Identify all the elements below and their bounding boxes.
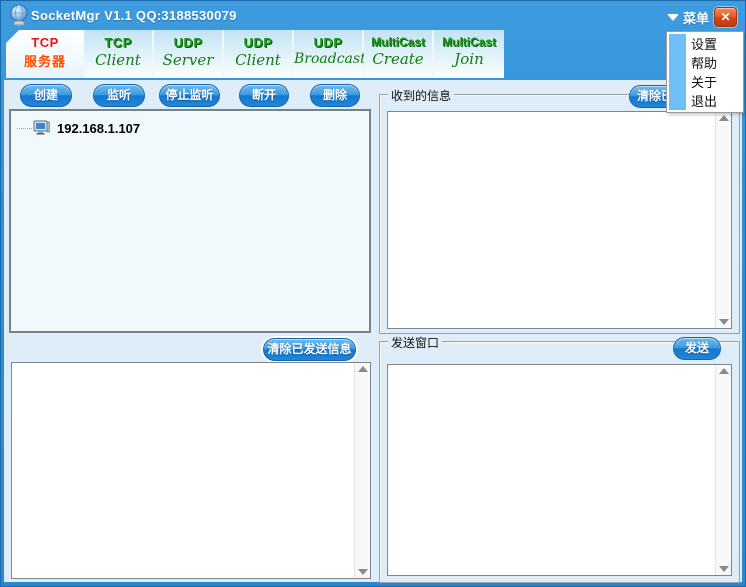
- send-button[interactable]: 发送: [673, 337, 721, 360]
- scroll-up-icon[interactable]: [719, 368, 729, 374]
- tab-udp-client[interactable]: UDP Client: [224, 30, 294, 78]
- tab-label-line2: Join: [434, 50, 504, 68]
- tab-tcp-client[interactable]: TCP Client: [84, 30, 154, 78]
- menu-icon-gutter: [669, 34, 686, 110]
- sent-scrollbar[interactable]: [354, 363, 370, 578]
- clear-sent-button[interactable]: 清除已发送信息: [263, 338, 356, 361]
- tab-label-line1: TCP: [6, 35, 84, 50]
- tab-multicast-create[interactable]: MultiCast Create: [364, 30, 434, 78]
- server-tree[interactable]: 192.168.1.107: [9, 109, 371, 333]
- stop-listen-button[interactable]: 停止监听: [159, 84, 220, 107]
- menu-item-help[interactable]: 帮助: [691, 54, 741, 73]
- tab-label-line2: Client: [84, 51, 152, 69]
- tab-label-line2: Broadcast: [294, 51, 362, 67]
- delete-button[interactable]: 删除: [310, 84, 360, 107]
- tab-label-line2: Server: [154, 51, 222, 69]
- menu-button-label: 菜单: [683, 8, 709, 27]
- tab-label-line1: UDP: [154, 35, 222, 50]
- menu-item-settings[interactable]: 设置: [691, 35, 741, 54]
- scroll-up-icon[interactable]: [358, 366, 368, 372]
- tab-label-line2: Client: [224, 51, 292, 69]
- tab-label-line1: UDP: [224, 35, 292, 50]
- received-group-title: 收到的信息: [388, 87, 454, 104]
- computer-icon: [33, 120, 51, 136]
- close-icon: ✕: [720, 10, 730, 24]
- send-input-area[interactable]: [387, 364, 732, 576]
- sent-messages-area[interactable]: [11, 362, 371, 579]
- menu-button[interactable]: 菜单: [667, 9, 709, 26]
- received-messages-area[interactable]: [387, 111, 732, 329]
- create-button[interactable]: 创建: [20, 84, 72, 107]
- tab-label-line1: MultiCast: [364, 35, 432, 49]
- menu-dropdown: 设置 帮助 关于 退出: [666, 31, 744, 113]
- menu-item-about[interactable]: 关于: [691, 73, 741, 92]
- tab-label-line2: 服务器: [6, 51, 84, 70]
- scroll-down-icon[interactable]: [719, 566, 729, 572]
- received-scrollbar[interactable]: [715, 112, 731, 328]
- close-button[interactable]: ✕: [714, 7, 737, 27]
- scroll-up-icon[interactable]: [719, 115, 729, 121]
- disconnect-button[interactable]: 断开: [239, 84, 289, 107]
- window-title: SocketMgr V1.1 QQ:3188530079: [31, 8, 237, 23]
- tab-tcp-server[interactable]: TCP 服务器: [6, 30, 84, 78]
- app-globe-icon: [8, 4, 30, 27]
- send-group-title: 发送窗口: [388, 334, 442, 351]
- send-scrollbar[interactable]: [715, 365, 731, 575]
- title-bar: SocketMgr V1.1 QQ:3188530079 菜单 ✕: [1, 1, 745, 29]
- tab-udp-server[interactable]: UDP Server: [154, 30, 224, 78]
- app-window: SocketMgr V1.1 QQ:3188530079 菜单 ✕ TCP 服务…: [0, 0, 746, 587]
- scroll-down-icon[interactable]: [719, 319, 729, 325]
- tab-label-line1: UDP: [294, 35, 362, 50]
- listen-button[interactable]: 监听: [93, 84, 145, 107]
- tree-item-label: 192.168.1.107: [57, 121, 140, 136]
- tree-item-server[interactable]: 192.168.1.107: [17, 119, 140, 137]
- menu-item-exit[interactable]: 退出: [691, 92, 741, 111]
- tab-label-line1: TCP: [84, 35, 152, 50]
- menu-dropdown-icon: [667, 14, 679, 21]
- tab-label-line1: MultiCast: [434, 35, 504, 49]
- tree-connector: [17, 128, 32, 129]
- tab-udp-broadcast[interactable]: UDP Broadcast: [294, 30, 364, 78]
- tab-label-line2: Create: [364, 50, 432, 68]
- tab-multicast-join[interactable]: MultiCast Join: [434, 30, 504, 78]
- scroll-down-icon[interactable]: [358, 569, 368, 575]
